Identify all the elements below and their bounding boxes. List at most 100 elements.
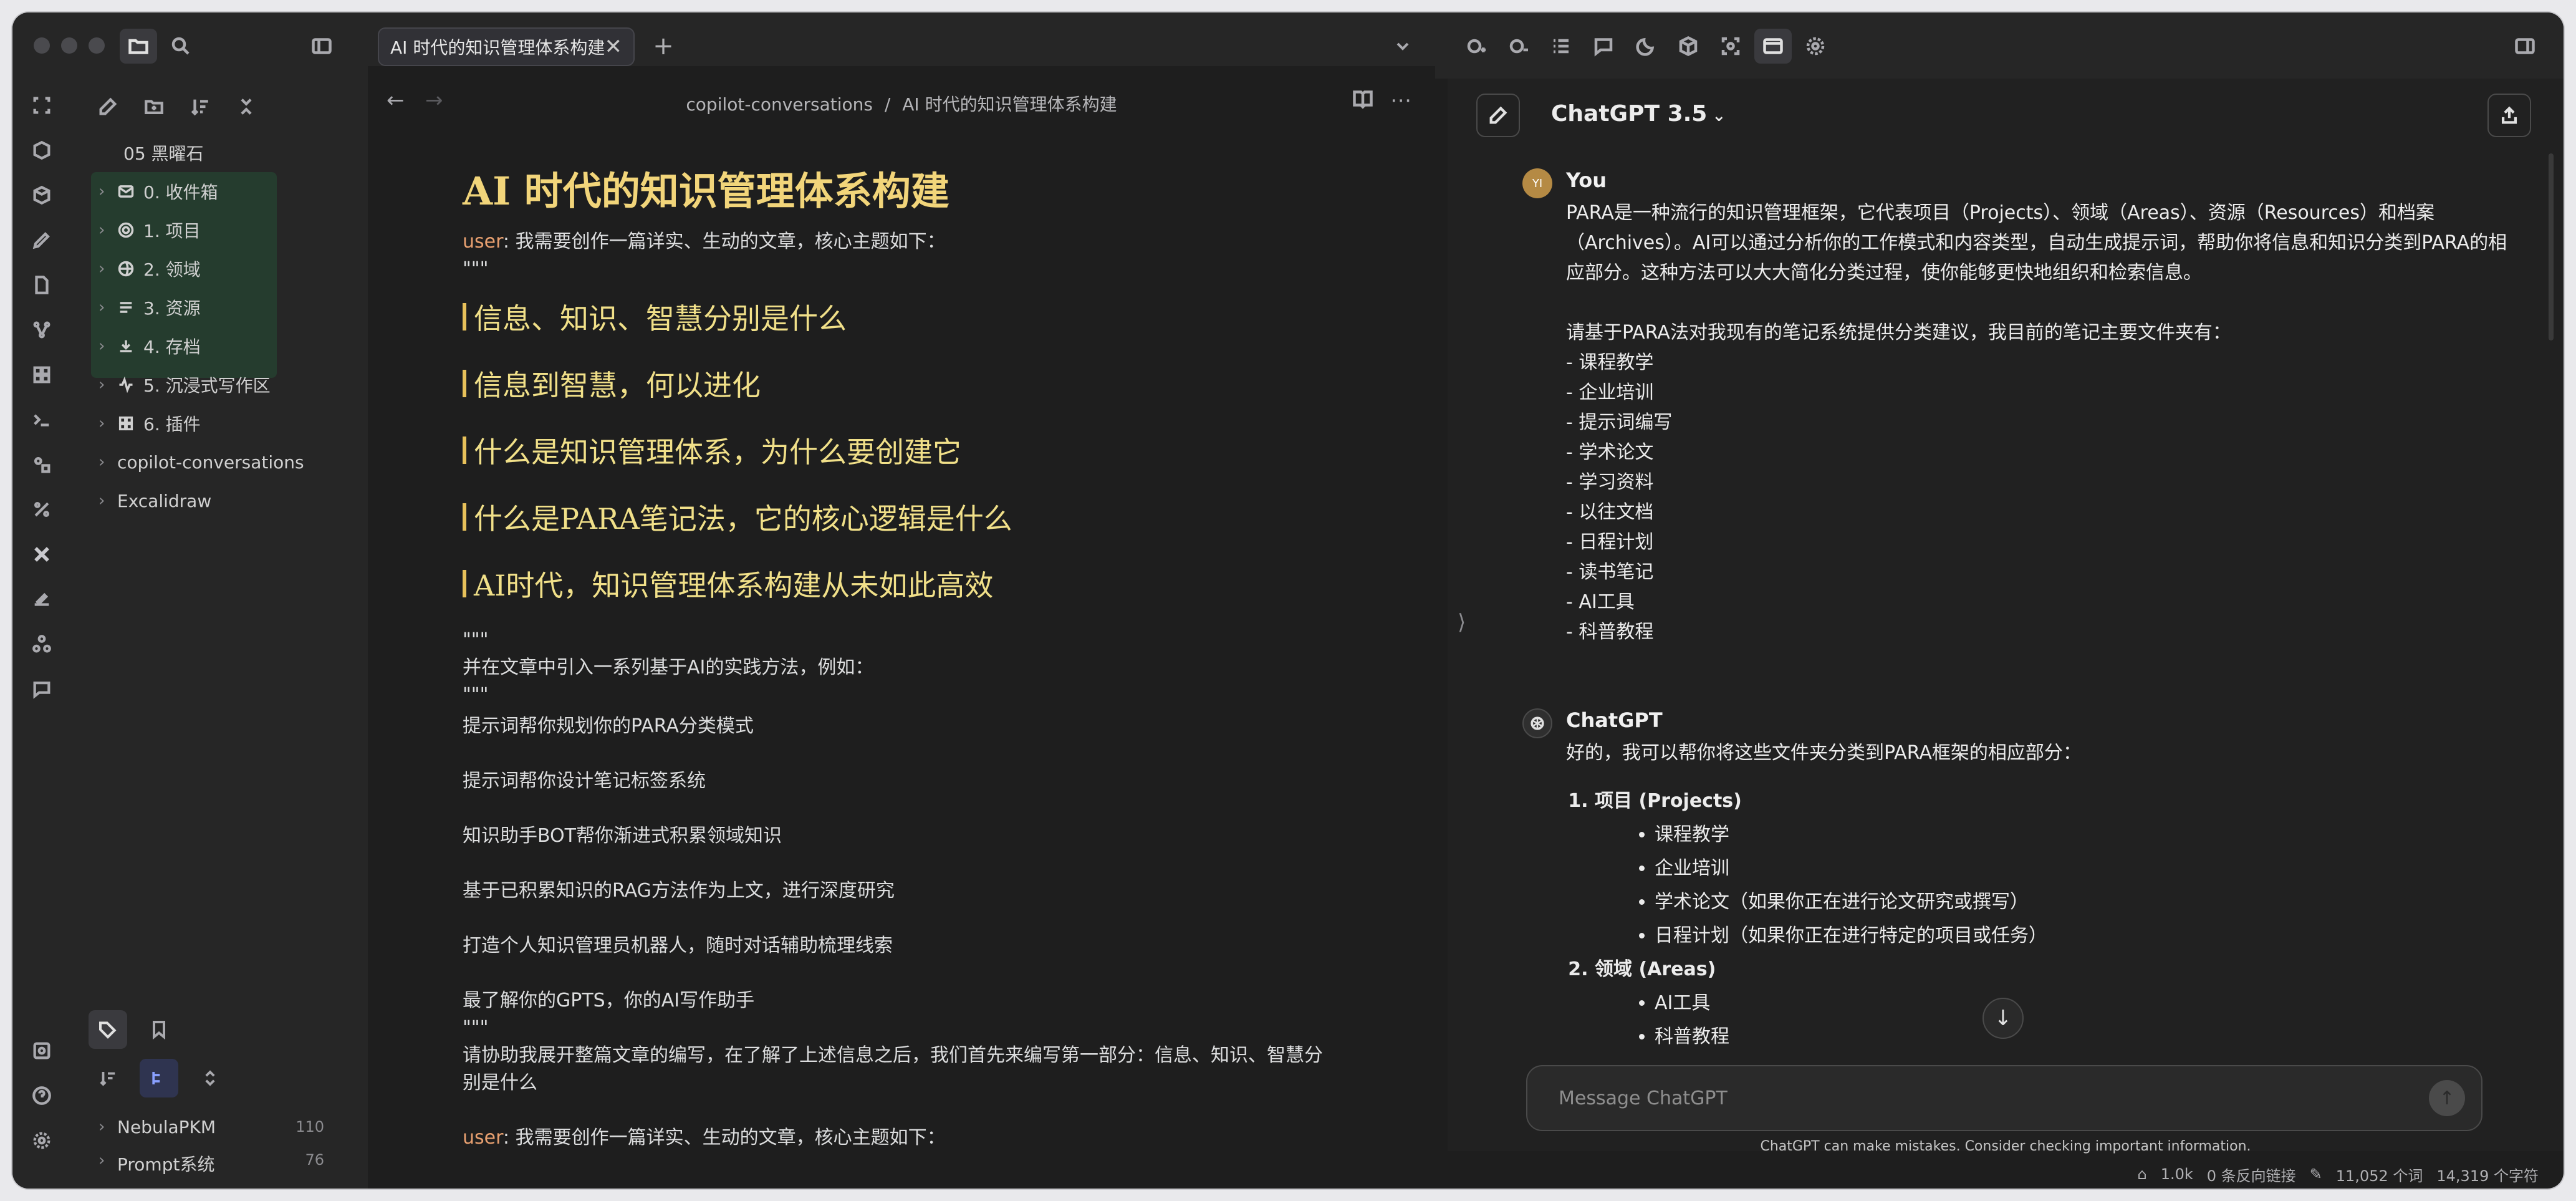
toggle-right-sidebar-button[interactable] [2506,29,2544,64]
right-tool-5[interactable] [1627,29,1665,64]
pencil-icon[interactable]: ✎ [2310,1165,2322,1183]
status-bar: ⌂ 1.0k 0 条反向链接 ✎ 11,052 个词 14,319 个字符 [1448,1160,2564,1189]
tab-list-button[interactable] [1384,29,1421,64]
breadcrumb-folder[interactable]: copilot-conversations [686,94,873,115]
note-title: AI 时代的知识管理体系构建 [463,168,949,214]
resize-handle-icon[interactable]: ⟩ [1458,610,1466,635]
model-selector[interactable]: ChatGPT 3.5 ⌄ [1551,101,1726,127]
share-button[interactable] [2487,94,2531,137]
new-folder-button[interactable] [140,92,168,121]
disclaimer: ChatGPT can make mistakes. Consider chec… [1760,1139,2251,1154]
tags-tab[interactable] [89,1010,127,1049]
chevron-right-icon: › [99,298,105,317]
tag-item[interactable]: › NebulaPKM 110 [71,1107,368,1146]
tab-close-icon[interactable]: ✕ [605,34,623,59]
window-controls [34,37,105,54]
paragraph: 打造个人知识管理员机器人，随时对话辅助梳理线索 [463,935,893,957]
ribbon-tools[interactable] [27,540,56,569]
right-tool-1[interactable] [1458,29,1495,64]
ribbon-vault[interactable] [27,1036,56,1065]
breadcrumb-file[interactable]: AI 时代的知识管理体系构建 [902,94,1117,115]
reading-view-button[interactable] [1352,87,1374,114]
new-note-button[interactable] [94,92,122,121]
ribbon-scan[interactable] [27,91,56,120]
scan-icon [1721,37,1740,55]
ribbon-terminal[interactable] [27,405,56,434]
tag-expand-button[interactable] [191,1059,229,1097]
sort-icon [191,99,208,116]
download-icon [120,340,132,352]
vault-icon [33,1042,50,1059]
collapse-all-button[interactable] [232,92,261,121]
folder-writing[interactable]: › 5. 沉浸式写作区 [71,365,368,404]
folder-inbox[interactable]: › 0. 收件箱 [71,172,368,211]
ribbon-cube[interactable] [27,136,56,165]
file-explorer-button[interactable] [120,29,157,64]
ribbon-help[interactable] [27,1081,56,1110]
ribbon-percent[interactable] [27,495,56,524]
minimize-window-button[interactable] [61,37,77,54]
right-tool-settings[interactable] [1797,29,1834,64]
send-button[interactable]: ↑ [2429,1080,2465,1116]
tag-sort-button[interactable] [89,1059,127,1097]
ribbon-file[interactable] [27,271,56,299]
inbox-icon [118,185,134,198]
bookmark-icon [153,1021,165,1039]
sort-button[interactable] [186,92,214,121]
ribbon-dice[interactable] [27,450,56,479]
tab-active-note[interactable]: AI 时代的知识管理体系构建 ✕ [378,27,635,66]
chevron-right-icon: › [99,259,105,278]
window-icon [1763,38,1783,54]
paragraph: 提示词帮你设计笔记标签系统 [463,770,706,792]
folder-areas[interactable]: › 2. 领域 [71,249,368,288]
ribbon-network[interactable] [27,630,56,658]
new-tab-button[interactable]: + [645,29,682,64]
sidebar-left-icon [312,38,332,54]
right-tool-6[interactable] [1670,29,1707,64]
right-tool-3[interactable] [1542,29,1580,64]
pencil-icon [32,232,50,249]
vault-root[interactable]: 05 黑曜石 [71,133,368,172]
message-placeholder: Message ChatGPT [1559,1087,1728,1109]
toggle-sidebar-button[interactable] [303,29,340,64]
message-input[interactable]: Message ChatGPT ↑ [1526,1065,2482,1131]
chevron-right-icon: › [99,221,105,239]
user-name: You [1566,168,1607,192]
maximize-window-button[interactable] [89,37,105,54]
close-window-button[interactable] [34,37,50,54]
explorer-toolbar [94,92,261,121]
status-backlinks[interactable]: 0 条反向链接 [2207,1164,2296,1185]
scroll-down-button[interactable]: ↓ [1982,998,2024,1039]
right-tool-2[interactable] [1500,29,1537,64]
new-chat-button[interactable] [1476,94,1520,137]
tags-panel [89,1010,229,1097]
chevron-right-icon: › [99,1117,105,1136]
sync-icon[interactable]: ⌂ [2137,1165,2146,1183]
tag-item[interactable]: › Prompt系统 76 [71,1146,368,1177]
status-words-short[interactable]: 1.0k [2161,1165,2193,1183]
more-options-icon[interactable]: ⋯ [1390,88,1411,113]
folder-plugins[interactable]: › 6. 插件 [71,404,368,443]
right-tool-chat[interactable] [1754,29,1792,64]
ribbon-graph[interactable] [27,316,56,344]
template-icon [34,501,50,518]
bookmarks-tab[interactable] [140,1010,178,1049]
ribbon-settings[interactable] [27,1126,56,1155]
ribbon-writing[interactable] [27,585,56,614]
folder-copilot[interactable]: › copilot-conversations [71,443,368,481]
folder-archive[interactable]: › 4. 存档 [71,327,368,365]
right-tool-4[interactable] [1585,29,1622,64]
folder-excalidraw[interactable]: › Excalidraw [71,481,368,520]
prompt-intro: user: 我需要创作一篇详实、生动的文章，核心主题如下： [463,231,946,253]
ribbon-edit[interactable] [27,226,56,254]
ribbon-grid[interactable] [27,360,56,389]
ribbon-chat[interactable] [27,675,56,703]
ribbon-box[interactable] [27,181,56,210]
tree-icon [152,1072,160,1084]
search-button[interactable] [162,29,199,64]
folder-projects[interactable]: › 1. 项目 [71,211,368,249]
folder-resources[interactable]: › 3. 资源 [71,288,368,327]
chat-scrollbar[interactable] [2549,153,2554,340]
right-tool-7[interactable] [1712,29,1749,64]
tag-tree-button[interactable] [140,1059,178,1097]
